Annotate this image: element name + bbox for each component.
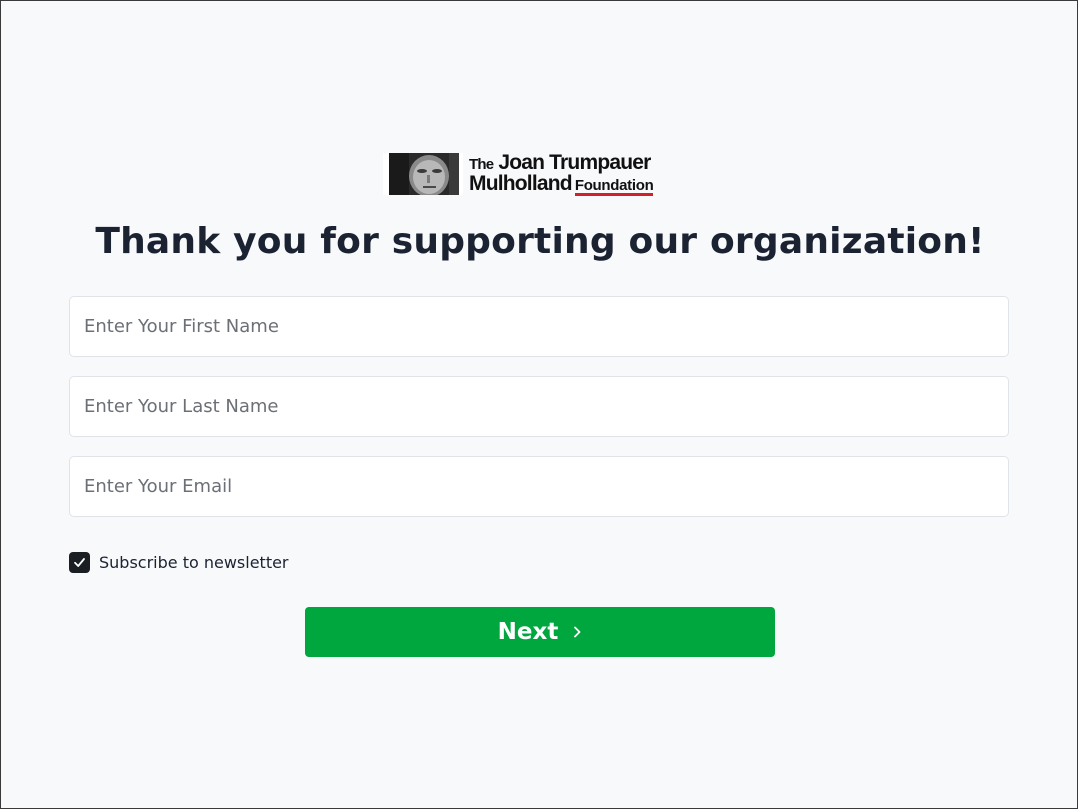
next-button-label: Next [497, 619, 559, 645]
portrait-photo [383, 153, 463, 195]
newsletter-checkbox-row[interactable]: Subscribe to newsletter [69, 552, 289, 573]
next-button[interactable]: Next [305, 607, 775, 657]
checkmark-icon [74, 558, 85, 567]
page-title: Thank you for supporting our organizatio… [95, 221, 985, 262]
logo-text: The Joan Trumpauer Mulholland Foundation [469, 151, 654, 196]
logo-surname: Mulholland [469, 172, 573, 195]
logo-the: The [469, 156, 494, 173]
email-input[interactable] [69, 456, 1009, 517]
newsletter-checkbox[interactable] [69, 552, 90, 573]
logo-line-2: Mulholland Foundation [469, 172, 654, 196]
logo-foundation: Foundation [574, 177, 654, 196]
logo-line-1: The Joan Trumpauer [469, 151, 653, 174]
last-name-input[interactable] [69, 376, 1009, 437]
page-frame: The Joan Trumpauer Mulholland Foundation… [0, 0, 1078, 809]
foundation-logo: The Joan Trumpauer Mulholland Foundation [383, 151, 699, 196]
newsletter-label: Subscribe to newsletter [99, 553, 289, 572]
first-name-input[interactable] [69, 296, 1009, 357]
chevron-right-icon [572, 625, 582, 639]
logo-name: Joan Trumpauer [498, 151, 651, 174]
